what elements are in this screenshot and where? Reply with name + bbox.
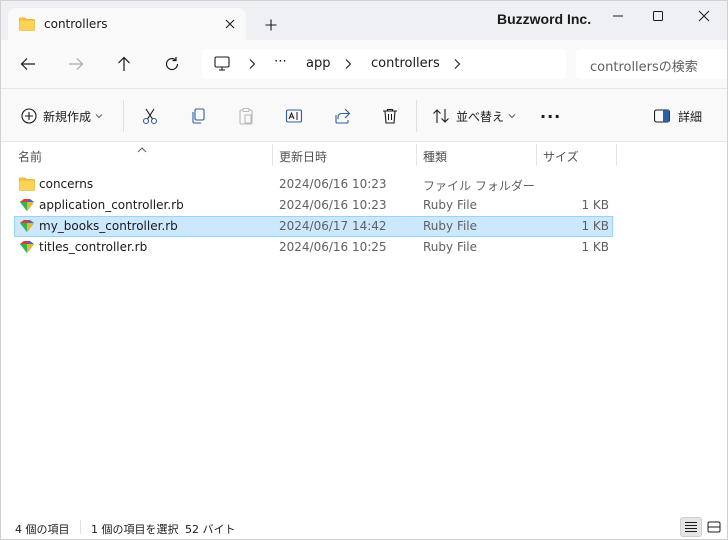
navigation-bar: ⋯ app controllers controllersの検索 — [0, 40, 728, 88]
sort-button[interactable]: 並べ替え — [432, 104, 516, 128]
ruby-file-icon — [19, 240, 35, 257]
breadcrumb-overflow[interactable]: ⋯ — [274, 54, 288, 69]
brand-label: Buzzword Inc. — [497, 11, 592, 27]
more-icon: ... — [540, 102, 562, 122]
file-row-concerns[interactable]: concerns 2024/06/16 10:23 ファイル フォルダー — [14, 174, 613, 195]
up-button[interactable] — [112, 52, 136, 76]
file-type: ファイル フォルダー — [423, 179, 535, 193]
copy-icon — [192, 108, 205, 124]
list-view-icon — [685, 522, 697, 532]
file-type: Ruby File — [423, 240, 478, 254]
details-pane-icon — [654, 109, 670, 123]
file-name: titles_controller.rb — [39, 240, 148, 254]
file-size: 1 KB — [581, 198, 609, 212]
refresh-button[interactable] — [160, 52, 184, 76]
rename-button[interactable] — [285, 104, 303, 128]
new-tab-button[interactable] — [260, 14, 282, 36]
sort-ascending-icon — [137, 142, 147, 156]
sort-icon — [433, 109, 449, 123]
address-bar[interactable]: ⋯ app controllers — [202, 49, 566, 79]
minimize-icon — [613, 15, 623, 17]
file-date: 2024/06/16 10:25 — [279, 240, 387, 254]
status-item-count: 4 個の項目 — [15, 523, 70, 536]
sort-label: 並べ替え — [456, 109, 505, 124]
details-label: 詳細 — [678, 109, 703, 124]
tiles-view-button[interactable] — [703, 517, 725, 537]
close-icon — [225, 19, 235, 29]
file-row-my-books-controller[interactable]: my_books_controller.rb 2024/06/17 14:42 … — [14, 216, 613, 237]
file-date: 2024/06/16 10:23 — [279, 198, 387, 212]
new-label: 新規作成 — [43, 109, 92, 124]
close-tab-button[interactable] — [220, 14, 240, 34]
file-name: application_controller.rb — [39, 198, 184, 212]
ruby-file-icon — [19, 219, 35, 236]
maximize-icon — [653, 11, 663, 21]
file-type: Ruby File — [423, 198, 478, 212]
rename-icon — [285, 109, 303, 123]
chevron-right-icon[interactable] — [344, 58, 352, 73]
file-size: 1 KB — [581, 219, 609, 233]
delete-icon — [383, 108, 397, 124]
details-view-button[interactable] — [680, 517, 702, 537]
paste-icon — [239, 107, 253, 125]
column-header-size[interactable]: サイズ — [543, 142, 579, 168]
column-header-date[interactable]: 更新日時 — [279, 142, 327, 168]
column-header-name[interactable]: 名前 — [18, 142, 42, 168]
file-type: Ruby File — [423, 219, 478, 233]
maximize-button[interactable] — [646, 6, 670, 26]
chevron-down-icon — [508, 114, 516, 119]
new-button[interactable]: 新規作成 — [21, 104, 103, 128]
forward-icon — [69, 58, 84, 70]
paste-button[interactable] — [237, 104, 255, 128]
file-date: 2024/06/16 10:23 — [279, 177, 387, 191]
title-bar: controllers Buzzword Inc. — [0, 0, 728, 40]
search-placeholder: controllersの検索 — [590, 60, 698, 75]
folder-icon — [19, 177, 35, 194]
forward-button[interactable] — [64, 52, 88, 76]
computer-icon[interactable] — [214, 56, 230, 74]
close-icon — [698, 10, 710, 22]
plus-icon — [265, 19, 277, 31]
cut-button[interactable] — [141, 104, 159, 128]
tab-title: controllers — [44, 17, 108, 31]
copy-button[interactable] — [189, 104, 207, 128]
file-date: 2024/06/17 14:42 — [279, 219, 387, 233]
close-window-button[interactable] — [692, 6, 716, 26]
folder-icon — [19, 17, 35, 34]
back-button[interactable] — [16, 52, 40, 76]
up-icon — [118, 56, 130, 71]
more-options-button[interactable]: ... — [540, 102, 562, 128]
column-header-type[interactable]: 種類 — [423, 142, 447, 168]
share-icon — [335, 108, 351, 124]
tiles-view-icon — [707, 521, 721, 533]
file-row-titles-controller[interactable]: titles_controller.rb 2024/06/16 10:25 Ru… — [14, 237, 613, 258]
chevron-right-icon[interactable] — [453, 58, 461, 73]
minimize-button[interactable] — [606, 6, 630, 26]
search-input[interactable]: controllersの検索 — [576, 49, 728, 79]
details-pane-button[interactable]: 詳細 — [654, 104, 702, 128]
plus-circle-icon — [21, 108, 37, 124]
file-list: 名前 更新日時 種類 サイズ concerns 2024/06/16 10:23… — [0, 142, 728, 514]
chevron-right-icon[interactable] — [248, 58, 256, 73]
file-name: concerns — [39, 177, 94, 191]
status-bar: 4 個の項目 1 個の項目を選択 52 バイト — [0, 514, 728, 540]
back-icon — [20, 58, 35, 70]
ruby-file-icon — [19, 198, 35, 215]
chevron-down-icon — [95, 114, 103, 119]
refresh-icon — [165, 57, 179, 71]
file-size: 1 KB — [581, 240, 609, 254]
delete-button[interactable] — [381, 104, 399, 128]
file-row-application-controller[interactable]: application_controller.rb 2024/06/16 10:… — [14, 195, 613, 216]
tab-controllers[interactable]: controllers — [8, 8, 246, 40]
cut-icon — [142, 108, 158, 125]
file-name: my_books_controller.rb — [39, 219, 178, 233]
command-bar: 新規作成 並べ替え ... 詳細 — [0, 88, 728, 142]
status-selection: 1 個の項目を選択 — [91, 523, 179, 536]
share-button[interactable] — [333, 104, 351, 128]
breadcrumb-controllers[interactable]: controllers — [371, 56, 440, 71]
status-selection-size: 52 バイト — [185, 523, 236, 536]
breadcrumb-app[interactable]: app — [306, 56, 330, 71]
